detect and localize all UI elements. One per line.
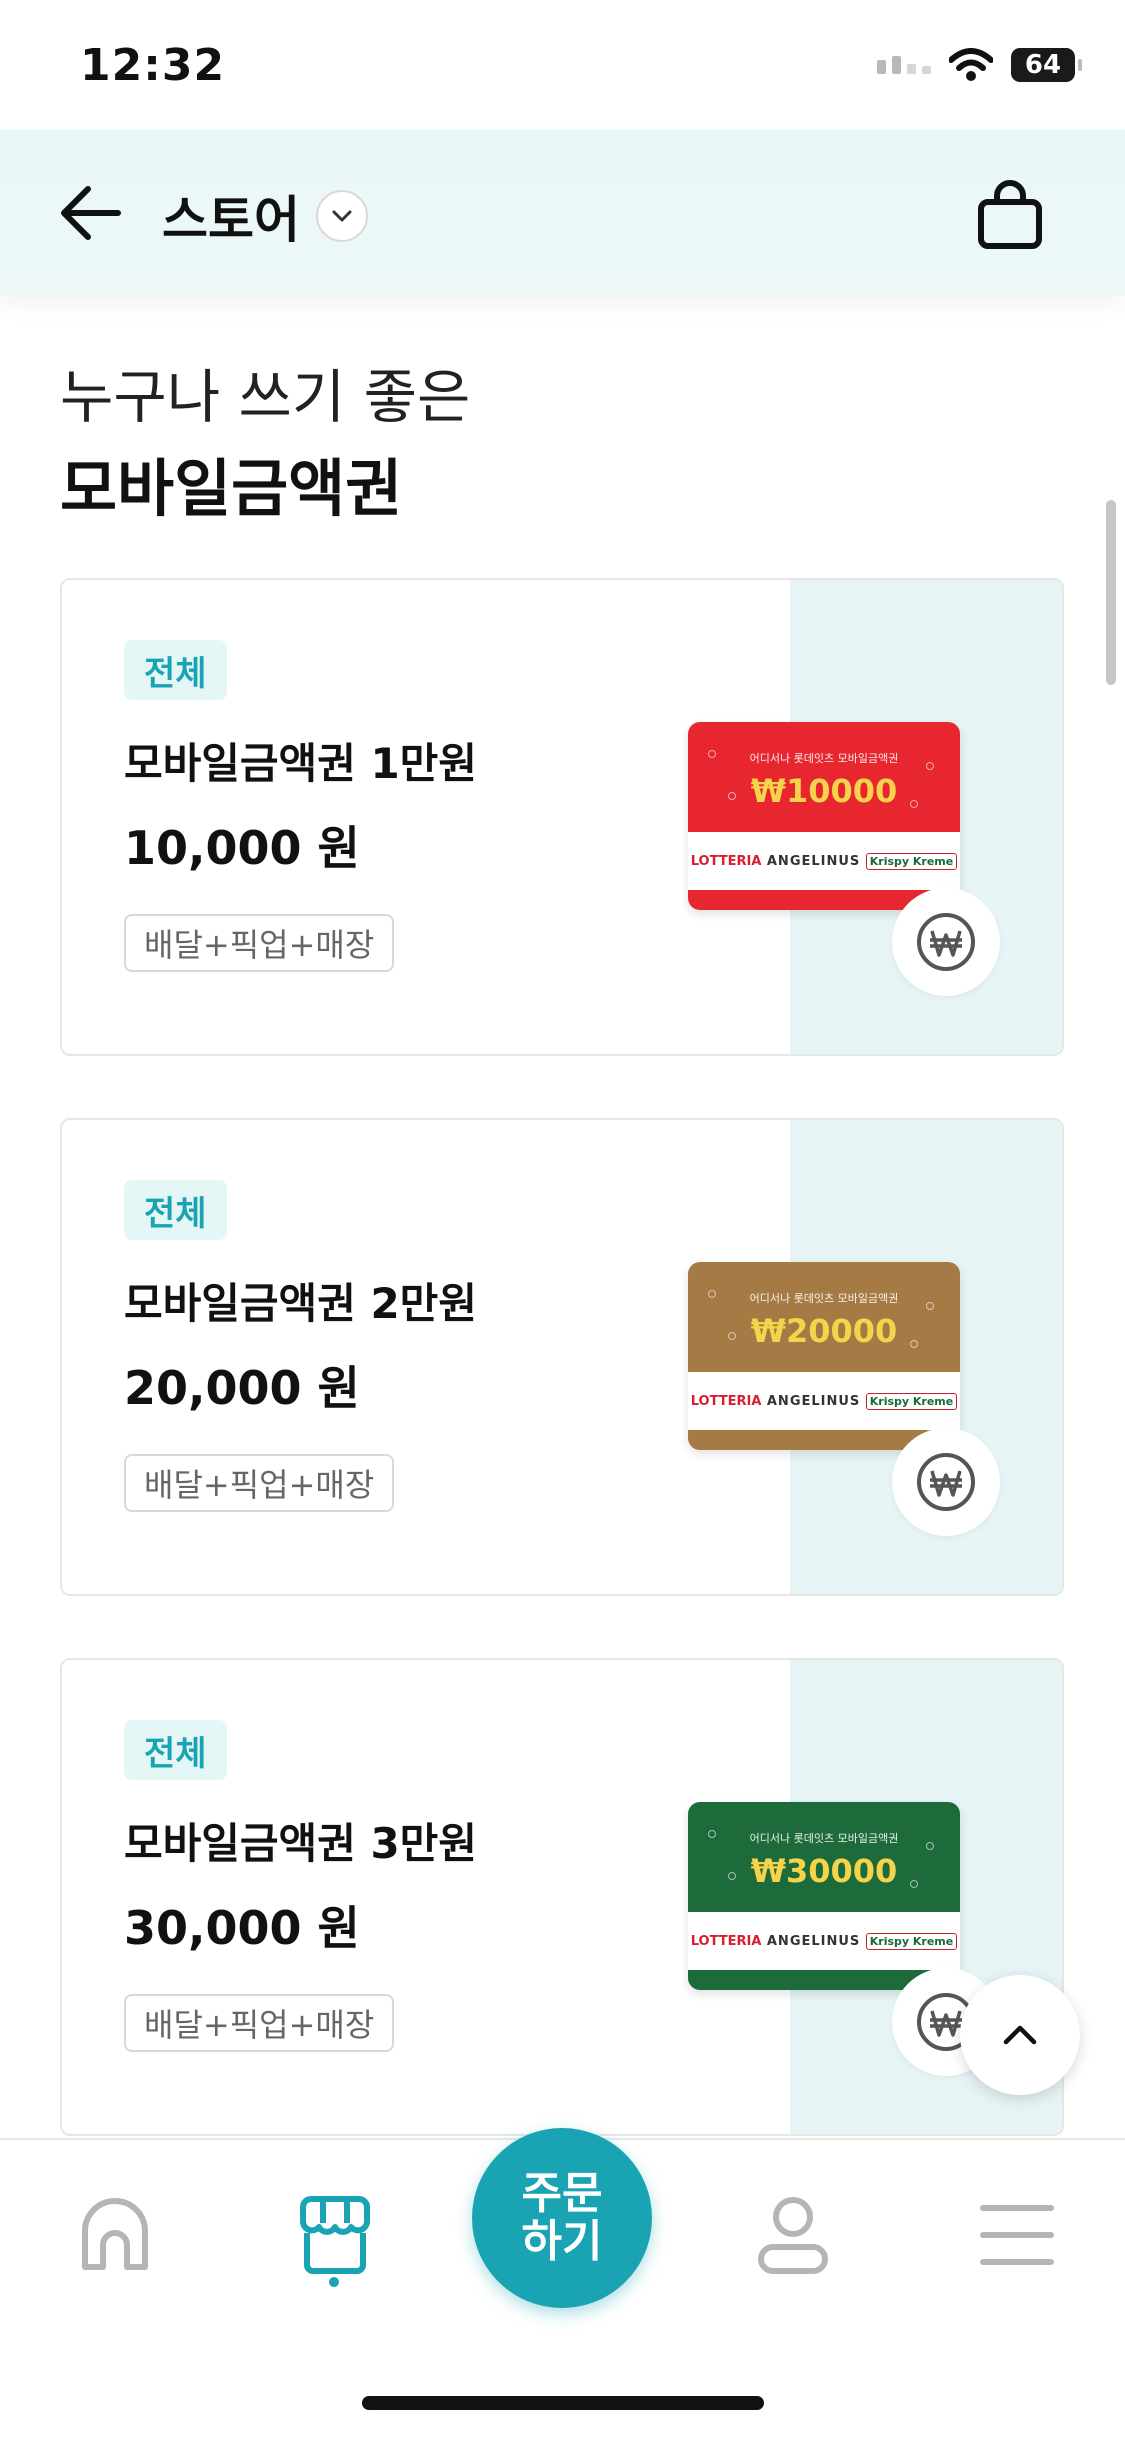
chevron-down-icon	[332, 210, 352, 222]
status-bar: 12:32 64	[0, 0, 1125, 130]
angelinus-logo: ANGELINUS	[766, 853, 861, 869]
gift-card-image: 어디서나 롯데잇츠 모바일금액권 ₩10000 LOTTERIA ANGELIN…	[688, 722, 960, 910]
battery-icon: 64	[1011, 48, 1082, 82]
header: 스토어	[0, 130, 1125, 295]
shopping-bag-icon[interactable]	[975, 180, 1045, 252]
nav-home[interactable]	[60, 2180, 170, 2290]
signal-icon	[877, 56, 931, 74]
profile-icon	[758, 2197, 828, 2274]
nav-menu[interactable]	[962, 2180, 1072, 2290]
won-icon	[917, 1453, 975, 1511]
scrollbar[interactable]	[1106, 500, 1116, 685]
angelinus-logo: ANGELINUS	[766, 1393, 861, 1409]
order-label-line1: 주문	[521, 2168, 603, 2219]
won-currency-icon[interactable]	[892, 888, 1000, 996]
gift-card-brand-line: 어디서나 롯데잇츠 모바일금액권	[749, 1292, 899, 1305]
chevron-up-icon	[1003, 2025, 1037, 2045]
gift-card-amount: ₩10000	[750, 772, 898, 810]
gift-card-brand-line: 어디서나 롯데잇츠 모바일금액권	[749, 1832, 899, 1845]
product-price: 20,000 원	[124, 1361, 360, 1415]
wifi-icon	[949, 48, 993, 81]
service-tag: 배달+픽업+매장	[124, 914, 395, 972]
order-button[interactable]: 주문 하기	[472, 2128, 652, 2308]
product-price: 30,000 원	[124, 1901, 360, 1955]
scroll-to-top-button[interactable]	[960, 1975, 1080, 2095]
gift-card-logos: LOTTERIA ANGELINUS Krispy Kreme	[688, 1912, 960, 1970]
product-card[interactable]: 전체 모바일금액권 2만원 20,000 원 배달+픽업+매장 어디서나 롯데잇…	[60, 1118, 1064, 1596]
product-name: 모바일금액권 3만원	[124, 1819, 477, 1868]
store-icon	[300, 2196, 370, 2274]
home-indicator[interactable]	[362, 2396, 764, 2410]
back-arrow-icon[interactable]	[58, 185, 122, 241]
lotteria-logo: LOTTERIA	[690, 853, 762, 869]
section-title: 모바일금액권	[60, 452, 403, 525]
gift-card-amount: ₩30000	[750, 1852, 898, 1890]
page-title[interactable]: 스토어	[162, 180, 300, 252]
product-name: 모바일금액권 2만원	[124, 1279, 477, 1328]
gift-card-amount: ₩20000	[750, 1312, 898, 1350]
lotteria-logo: LOTTERIA	[690, 1393, 762, 1409]
won-icon	[917, 913, 975, 971]
gift-card-image: 어디서나 롯데잇츠 모바일금액권 ₩30000 LOTTERIA ANGELIN…	[688, 1802, 960, 1990]
store-dropdown-button[interactable]	[316, 190, 368, 242]
product-name: 모바일금액권 1만원	[124, 739, 477, 788]
product-card[interactable]: 전체 모바일금액권 1만원 10,000 원 배달+픽업+매장 어디서나 롯데잇…	[60, 578, 1064, 1056]
nav-store[interactable]	[280, 2180, 390, 2290]
status-icons: 64	[877, 48, 1082, 82]
product-card[interactable]: 전체 모바일금액권 3만원 30,000 원 배달+픽업+매장 어디서나 롯데잇…	[60, 1658, 1064, 2136]
gift-card-logos: LOTTERIA ANGELINUS Krispy Kreme	[688, 832, 960, 890]
active-indicator	[329, 2277, 339, 2287]
order-label-line2: 하기	[521, 2216, 603, 2267]
lotteria-logo: LOTTERIA	[690, 1933, 762, 1949]
gift-card-face: 어디서나 롯데잇츠 모바일금액권 ₩20000	[688, 1262, 960, 1372]
gift-card-brand-line: 어디서나 롯데잇츠 모바일금액권	[749, 752, 899, 765]
product-price: 10,000 원	[124, 821, 360, 875]
gift-card-logos: LOTTERIA ANGELINUS Krispy Kreme	[688, 1372, 960, 1430]
gift-card-face: 어디서나 롯데잇츠 모바일금액권 ₩30000	[688, 1802, 960, 1912]
section-subtitle: 누구나 쓰기 좋은	[60, 363, 471, 431]
menu-icon	[980, 2205, 1054, 2265]
service-tag: 배달+픽업+매장	[124, 1994, 395, 2052]
angelinus-logo: ANGELINUS	[766, 1933, 861, 1949]
krispy-kreme-logo: Krispy Kreme	[865, 852, 958, 870]
gift-card-face: 어디서나 롯데잇츠 모바일금액권 ₩10000	[688, 722, 960, 832]
status-time: 12:32	[80, 40, 226, 91]
home-icon	[82, 2198, 148, 2270]
krispy-kreme-logo: Krispy Kreme	[865, 1392, 958, 1410]
nav-profile[interactable]	[738, 2180, 848, 2290]
krispy-kreme-logo: Krispy Kreme	[865, 1932, 958, 1950]
service-tag: 배달+픽업+매장	[124, 1454, 395, 1512]
gift-card-image: 어디서나 롯데잇츠 모바일금액권 ₩20000 LOTTERIA ANGELIN…	[688, 1262, 960, 1450]
category-badge: 전체	[124, 1720, 227, 1780]
category-badge: 전체	[124, 1180, 227, 1240]
won-currency-icon[interactable]	[892, 1428, 1000, 1536]
category-badge: 전체	[124, 640, 227, 700]
